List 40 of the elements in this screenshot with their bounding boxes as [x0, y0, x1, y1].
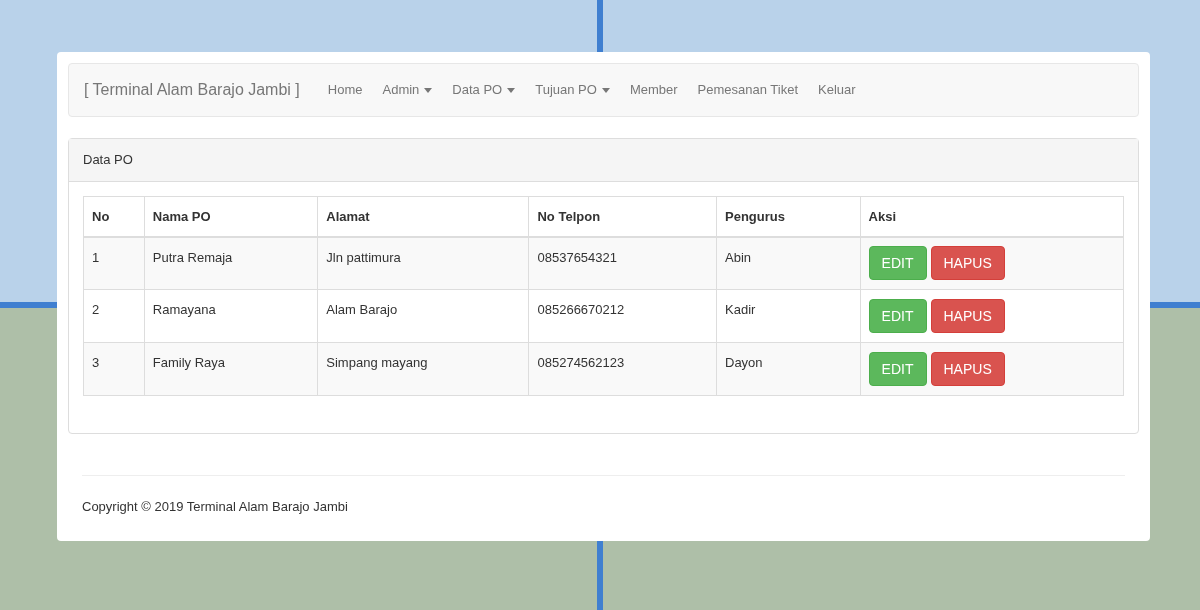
nav-link[interactable]: Pemesanan Tiket: [687, 80, 808, 100]
table-cell: Simpang mayang: [317, 342, 529, 396]
table-cell: Family Raya: [144, 342, 318, 396]
table-cell: Alam Barajo: [317, 289, 529, 343]
nav-link[interactable]: Tujuan PO: [525, 80, 620, 100]
table-cell: Ramayana: [144, 289, 318, 343]
nav-link[interactable]: Member: [619, 80, 688, 100]
caret-icon: [601, 87, 610, 93]
delete-button[interactable]: HAPUS: [930, 299, 1005, 333]
delete-button[interactable]: HAPUS: [930, 246, 1005, 281]
table-cell: 085266670212: [529, 289, 717, 343]
table-cell: 3: [83, 342, 145, 396]
column-header: No Telpon: [529, 196, 717, 237]
column-header: Nama PO: [144, 196, 318, 237]
table-cell: Jln pattimura: [317, 236, 529, 290]
caret-icon: [507, 87, 516, 93]
table-cell: 08537654321: [529, 236, 717, 290]
nav-link[interactable]: Keluar: [808, 80, 866, 100]
edit-button[interactable]: EDIT: [868, 299, 927, 333]
caret-icon: [424, 87, 433, 93]
column-header: Alamat: [317, 196, 529, 237]
nav-link[interactable]: Admin: [372, 80, 443, 100]
edit-button[interactable]: EDIT: [868, 246, 927, 281]
table-cell: Dayon: [716, 342, 861, 396]
nav-link[interactable]: Home: [317, 80, 373, 100]
delete-button[interactable]: HAPUS: [930, 352, 1005, 386]
table-cell: 2: [83, 289, 145, 343]
table-cell: 1: [83, 236, 145, 290]
column-header: Pengurus: [716, 196, 861, 237]
brand-link[interactable]: [ Terminal Alam Barajo Jambi ]: [84, 78, 300, 102]
column-header: Aksi: [860, 196, 1124, 237]
column-header: No: [83, 196, 145, 237]
copyright-text: Copyright © 2019 Terminal Alam Barajo Jambi: [82, 498, 349, 516]
nav-link[interactable]: Data PO: [442, 80, 526, 100]
table-cell: Abin: [716, 236, 861, 290]
table-cell: Kadir: [716, 289, 861, 343]
panel-title: Data PO: [83, 151, 133, 170]
table-cell: Putra Remaja: [144, 236, 318, 290]
edit-button[interactable]: EDIT: [868, 352, 927, 386]
table-cell: 085274562123: [529, 342, 717, 396]
